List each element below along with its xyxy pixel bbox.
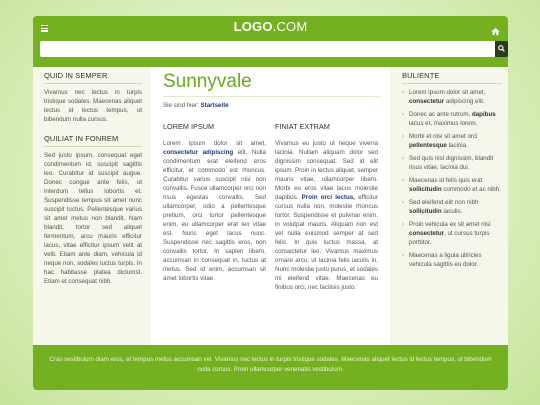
list-item: Donec ac ante rutrum, dapibus lacus et, … (402, 110, 502, 128)
text-segment: efficitur cursus nulla non, molestie rho… (275, 194, 378, 291)
column-heading-2: FINIAT EXTRAM (275, 122, 330, 131)
list-item: Sed quis nisl dignissim, blandit risus v… (402, 154, 502, 172)
sidebar-text-1: Vivamus nec lectus in turpis tristique s… (44, 89, 142, 123)
sidebar-heading-right: BULIENTE (402, 71, 440, 80)
text-segment: Vivamus eu justo ut neque viverra lacini… (275, 140, 378, 201)
right-sidebar: BULIENTE Lorem ipsum dolor sit amet, con… (390, 67, 508, 345)
logo-bold: LOGO (233, 19, 273, 34)
logo-suffix: .COM (272, 19, 308, 34)
highlight-link[interactable]: consectetur adipiscing (163, 149, 233, 156)
text-segment: elit. Nulla condimentum erat eleifend er… (163, 149, 266, 282)
highlight-link[interactable]: Proin orci lectus, (302, 194, 355, 201)
content-area: QUID IN SEMPER Vivamus nec lectus in tur… (33, 67, 508, 345)
column-text-2: Vivamus eu justo ut neque viverra lacini… (275, 139, 378, 292)
text-segment: Lorem ipsum dolor sit amet, (163, 140, 266, 147)
footer: Cras vestibulum diam eros, et tempus met… (33, 345, 508, 390)
divider (402, 83, 502, 84)
left-sidebar: QUID IN SEMPER Vivamus nec lectus in tur… (33, 67, 150, 345)
sidebar-heading-2: QUILIAT IN FONREM (44, 134, 119, 143)
main-content: Sunnyvale Sie sind hier: Startseite LORE… (150, 67, 390, 345)
breadcrumb-link-home[interactable]: Startseite (201, 102, 229, 109)
search-bar (40, 41, 510, 57)
list-item: Lorem ipsum dolor sit amet, consectetur … (402, 88, 502, 106)
page-frame: LOGO.COM QUID IN SEMPER Vivamus nec lect… (33, 16, 508, 390)
list-item: Proin vehicula ex sit amet nisi consecte… (402, 220, 502, 247)
article-column-2: FINIAT EXTRAM Vivamus eu justo ut neque … (275, 122, 378, 292)
search-icon (498, 45, 505, 52)
article-column-1: LOREM IPSUM Lorem ipsum dolor sit amet, … (163, 122, 266, 283)
column-heading-1: LOREM IPSUM (163, 122, 215, 131)
column-text-1: Lorem ipsum dolor sit amet, consectetur … (163, 139, 266, 283)
search-input[interactable] (40, 41, 495, 57)
list-item: Sed eleifend elit non nibh sollicitudin … (402, 198, 502, 216)
list-item: Morbi et nisi sit amet orci pellentesque… (402, 132, 502, 150)
divider (44, 83, 142, 84)
footer-text: Cras vestibulum diam eros, et tempus met… (49, 356, 492, 373)
breadcrumb: Sie sind hier: Startseite (163, 102, 229, 109)
logo[interactable]: LOGO.COM (33, 19, 508, 34)
divider (163, 96, 381, 97)
breadcrumb-prefix: Sie sind hier: (163, 102, 199, 109)
bullet-list: Lorem ipsum dolor sit amet, consectetur … (402, 88, 502, 269)
page-title: Sunnyvale (163, 71, 252, 92)
home-icon[interactable] (491, 23, 500, 36)
divider (44, 146, 142, 147)
sidebar-heading-1: QUID IN SEMPER (44, 71, 108, 80)
header: LOGO.COM (33, 16, 508, 67)
list-item: Maecenas a ligula ultricies vehicula sag… (402, 251, 502, 269)
search-button[interactable] (495, 41, 508, 57)
list-item: Maecenas id felis quis erat sollicitudin… (402, 176, 502, 194)
sidebar-text-2: Sed justo ipsum, consequat eget condimen… (44, 152, 142, 285)
